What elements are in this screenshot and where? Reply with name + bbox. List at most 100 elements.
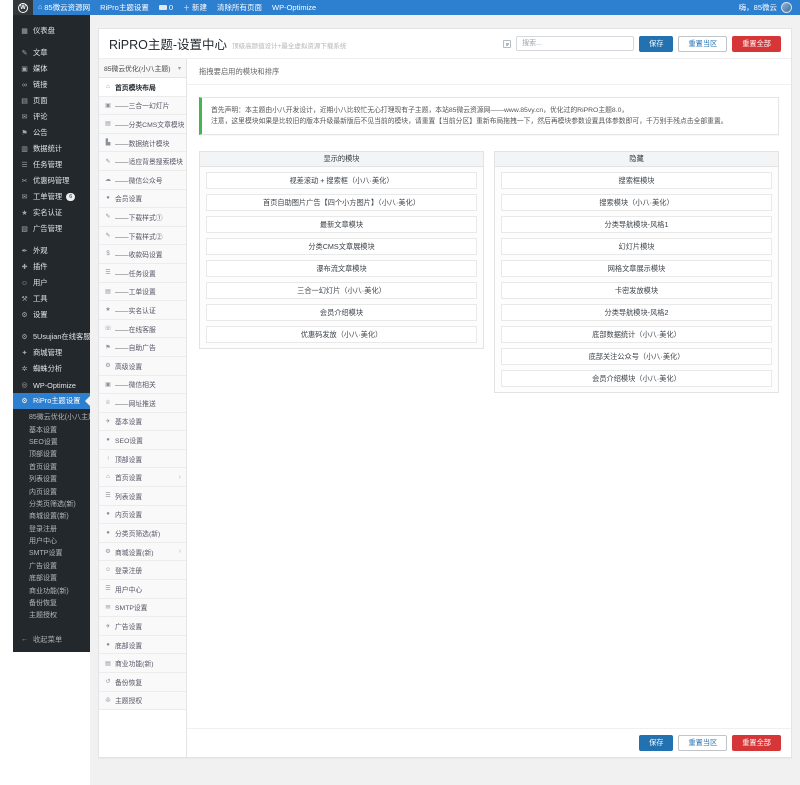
settings-tab[interactable]: ★ ——实名认证 [99,301,186,320]
sidebar-menu-item[interactable]: ✚ 插件 [13,259,90,275]
sidebar-submenu-item[interactable]: SMTP设置 [13,547,90,559]
settings-tab[interactable]: ✎ ——适应背景搜索模块 [99,152,186,171]
module-item[interactable]: 底部数据统计（小八·美化） [501,326,772,343]
sidebar-menu-item[interactable]: ▣ 媒体 [13,61,90,77]
sidebar-menu-item[interactable]: ✉ 工单管理 6 [13,189,90,205]
sidebar-menu-item[interactable]: ⚙ 设置 [13,307,90,323]
settings-tab[interactable]: ☺ 登录注册 [99,561,186,581]
sidebar-submenu-item[interactable]: 登录注册 [13,523,90,535]
module-item[interactable]: 瀑布流文章模块 [206,260,477,277]
settings-tab[interactable]: ✉ SMTP设置 [99,598,186,618]
sidebar-menu-item[interactable]: ✂ 优惠码管理 [13,173,90,189]
module-item[interactable]: 三合一幻灯片（小八·美化） [206,282,477,299]
module-item[interactable]: 最新文章模块 [206,216,477,233]
module-item[interactable]: 搜索模块（小八·美化） [501,194,772,211]
settings-tab[interactable]: ☰ 列表设置 [99,487,186,506]
sidebar-submenu-item[interactable]: 商城设置(新) [13,510,90,522]
settings-tab[interactable]: ▙ ——数据统计模块 [99,133,186,153]
sidebar-submenu-item[interactable]: 备份恢复 [13,597,90,609]
sidebar-submenu-item[interactable]: 首页设置 [13,461,90,473]
sidebar-menu-item[interactable]: ∞ 链接 [13,77,90,93]
settings-tab[interactable]: ♕ ——网址推送 [99,394,186,413]
adminbar-purge-cache[interactable]: 清除所有页面 [212,0,267,15]
sidebar-submenu-item[interactable]: 主题授权 [13,609,90,621]
sidebar-menu-item[interactable]: ▦ 仪表盘 [13,23,90,39]
sidebar-submenu-item[interactable]: 内页设置 [13,485,90,497]
adminbar-comments[interactable]: 0 [154,0,178,15]
settings-tab[interactable]: ▤ 商业功能(新) [99,654,186,673]
collapse-menu-button[interactable]: ← 收起菜单 [13,632,90,648]
sidebar-menu-item[interactable]: ✦ 商城管理 [13,345,90,361]
wp-logo-menu[interactable]: W [13,0,33,15]
settings-tab[interactable]: ☰ 用户中心 [99,580,186,599]
sidebar-submenu-item[interactable]: 底部设置 [13,572,90,584]
sidebar-submenu-item[interactable]: 列表设置 [13,473,90,485]
settings-tab[interactable]: ☁ ——微信公众号 [99,170,186,190]
settings-tab[interactable]: ✈ 广告设置 [99,617,186,636]
sidebar-menu-item[interactable]: ⚙ 5Usujian在线客服 [13,329,90,345]
sidebar-menu-item[interactable]: ☺ 用户 [13,275,90,291]
module-item[interactable]: 卡密发放模块 [501,282,772,299]
adminbar-wp-optimize[interactable]: WP-Optimize [267,0,321,15]
sidebar-menu-item[interactable]: ☰ 任务管理 [13,157,90,173]
sidebar-menu-item[interactable]: ▧ 广告管理 [13,221,90,237]
reset-section-button-bottom[interactable]: 重置当区 [678,735,728,751]
reset-all-button-bottom[interactable]: 重置全部 [732,735,781,751]
module-item[interactable]: 会员介绍模块 [206,304,477,321]
settings-tab[interactable]: ▤ ——分类CMS文章模块 [99,115,186,134]
settings-tab[interactable]: ⚑ ——自助广告 [99,338,186,357]
settings-search-input[interactable] [516,36,635,51]
adminbar-account[interactable]: 嗨，85微云 [739,2,800,13]
expand-panel-icon[interactable] [503,39,512,48]
module-item[interactable]: 分类导航模块-风格2 [501,304,772,321]
sidebar-submenu-item[interactable]: 广告设置 [13,560,90,572]
settings-tab[interactable]: ↑ 顶部设置 [99,449,186,469]
settings-tab[interactable]: $ ——收款码设置 [99,245,186,264]
settings-tab[interactable]: ✎ ——下载样式① [99,208,186,227]
sidebar-menu-item[interactable]: ✒ 外观 [13,243,90,259]
save-button[interactable]: 保存 [639,35,674,52]
sidebar-menu-item[interactable]: ▥ 数据统计 [13,141,90,157]
module-item[interactable]: 幻灯片模块 [501,238,772,255]
settings-tab[interactable]: ● SEO设置 [99,431,186,450]
sidebar-submenu-item[interactable]: 85微云优化(小八主题) [13,411,90,423]
module-item[interactable]: 首页自助图片广告【四个小方图片】（小八·美化） [206,194,477,211]
reset-section-button[interactable]: 重置当区 [678,35,728,52]
sidebar-menu-item[interactable]: ▤ 页面 [13,93,90,109]
sidebar-submenu-item[interactable]: 商业功能(新) [13,584,90,596]
sidebar-submenu-item[interactable]: 分类页筛选(新) [13,498,90,510]
settings-tab[interactable]: ☰ ——任务设置 [99,263,186,283]
sidebar-menu-item[interactable]: ★ 实名认证 [13,205,90,221]
module-item[interactable]: 网格文章展示模块 [501,260,772,277]
adminbar-new[interactable]: ＋ 新建 [178,0,212,15]
sidebar-submenu-item[interactable]: 基本设置 [13,423,90,435]
sidebar-menu-item[interactable]: ⚑ 公告 [13,125,90,141]
module-item[interactable]: 视差滚动 + 搜索框（小八·美化） [206,172,477,189]
sidebar-menu-item[interactable]: ⚙ RiPro主题设置 [13,393,90,409]
module-item[interactable]: 会员介绍模块（小八·美化） [501,370,772,387]
sidebar-menu-item[interactable]: ✎ 文章 [13,45,90,61]
settings-tab[interactable]: ● 内页设置 [99,505,186,525]
settings-tab[interactable]: ▣ ——微信相关 [99,375,186,395]
settings-tab[interactable]: ▣ ——三合一幻灯片 [99,96,186,116]
sidebar-menu-item[interactable]: ✲ 蜘蛛分析 [13,361,90,377]
sidebar-menu-item[interactable]: ⚒ 工具 [13,291,90,307]
module-item[interactable]: 底部关注公众号（小八·美化） [501,348,772,365]
settings-tab[interactable]: ⌂ 首页设置 › [99,468,186,488]
settings-tab[interactable]: ● 底部设置 [99,635,186,655]
module-item[interactable]: 优惠码发放（小八·美化） [206,326,477,343]
adminbar-theme-settings[interactable]: RiPro主题设置 [95,0,154,15]
settings-tab[interactable]: ✈ 基本设置 [99,412,186,432]
settings-tab[interactable]: ⚙ 商城设置(新) › [99,542,186,562]
settings-tab[interactable]: ✇ 主题授权 [99,691,186,711]
settings-tab[interactable]: ✎ ——下载样式② [99,226,186,246]
save-button-bottom[interactable]: 保存 [639,735,674,751]
module-item[interactable]: 搜索框模块 [501,172,772,189]
sidebar-submenu-item[interactable]: 用户中心 [13,535,90,547]
settings-tab[interactable]: ↺ 备份恢复 [99,673,186,692]
adminbar-site-name[interactable]: ⌂ 85微云资源网 [33,0,95,15]
sidebar-menu-item[interactable]: ✉ 评论 [13,109,90,125]
settings-tab[interactable]: ● 会员设置 [99,189,186,209]
settings-tab[interactable]: ☏ ——在线客服 [99,319,186,339]
reset-all-button[interactable]: 重置全部 [732,35,781,52]
